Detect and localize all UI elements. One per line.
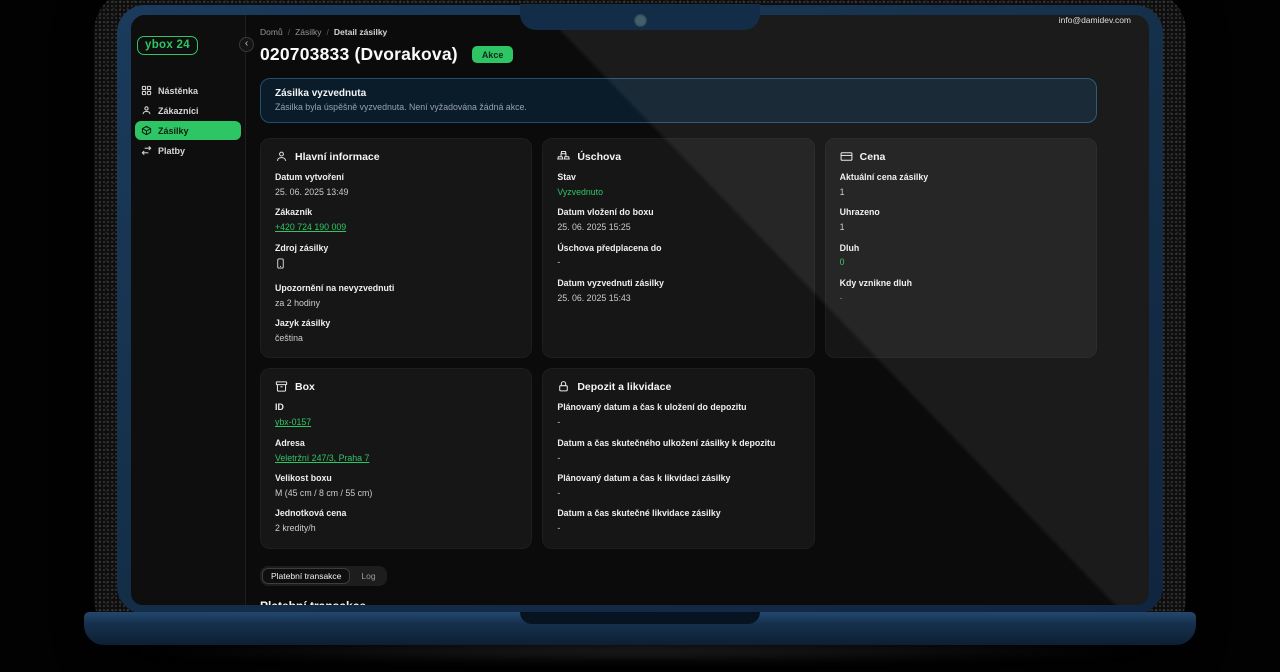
page-content: Domů / Zásilky / Detail zásilky 02070383… (246, 25, 1149, 605)
action-button[interactable]: Akce (472, 46, 514, 63)
page-title: 020703833 (Dvorakova) (260, 44, 458, 65)
camera-dot (634, 14, 647, 27)
laptop-notch (520, 4, 760, 30)
tab-transactions[interactable]: Platební transakce (262, 568, 350, 584)
card-price: Cena Aktuální cena zásilky 1 Uhrazeno 1 … (825, 138, 1097, 358)
field: Upozornění na nevyzvednuti za 2 hodiny (275, 283, 517, 309)
status-value: Vyzvednuto (557, 187, 799, 198)
main-area: info@damidev.com Domů / Zásilky / Detail… (246, 15, 1149, 605)
user-email: info@damidev.com (1059, 15, 1131, 25)
field: Jednotková cena 2 kredity/h (275, 508, 517, 534)
card-box: Box ID ybx-0157 Adresa Veletržní 247/3, … (260, 368, 532, 548)
sidebar-item-packages[interactable]: Zásilky (135, 121, 241, 140)
customer-phone-link[interactable]: +420 724 190 009 (275, 222, 346, 232)
field: ID ybx-0157 (275, 402, 517, 428)
field: Zdroj zásilky (275, 243, 517, 274)
card-deposit: Depozit a likvidace Plánovaný datum a ča… (542, 368, 814, 548)
sidebar-item-label: Zásilky (158, 126, 189, 136)
field: Uhrazeno 1 (840, 207, 1082, 233)
breadcrumb-packages[interactable]: Zásilky (295, 27, 321, 37)
field: Plánovaný datum a čas k uložení do depoz… (557, 402, 799, 428)
field: Datum a čas skutečné likvidace zásilky - (557, 508, 799, 534)
card-title: Cena (860, 151, 886, 163)
laptop-base-notch (520, 612, 760, 624)
pickup-alert: Zásilka vyzvednuta Zásilka byla úspěšně … (260, 78, 1097, 123)
field: Aktuální cena zásilky 1 (840, 172, 1082, 198)
cards-row-1: Hlavní informace Datum vytvoření 25. 06.… (260, 138, 1097, 358)
sidebar-item-label: Zákazníci (158, 106, 199, 116)
detail-tabs: Platební transakce Log (260, 566, 387, 586)
alert-title: Zásilka vyzvednuta (275, 88, 1082, 99)
package-icon (141, 125, 152, 136)
breadcrumb-separator: / (288, 27, 290, 37)
app-logo[interactable]: ybox 24 (137, 36, 198, 55)
sidebar-item-label: Nástěnka (158, 86, 198, 96)
dashboard-icon (141, 85, 152, 96)
card-title: Hlavní informace (295, 151, 380, 163)
lock-icon (557, 380, 570, 393)
field: Datum vyzvednuti zásilky 25. 06. 2025 15… (557, 278, 799, 304)
card-title: Depozit a likvidace (577, 381, 671, 393)
field: Kdy vznikne dluh - (840, 278, 1082, 304)
boxes-icon (557, 150, 570, 163)
field: Zákazník +420 724 190 009 (275, 207, 517, 233)
sidebar-item-customers[interactable]: Zákazníci (135, 101, 241, 120)
sidebar-nav: Nástěnka Zákazníci Zásilky Platby (135, 81, 241, 160)
box-address-link[interactable]: Veletržní 247/3, Praha 7 (275, 453, 369, 463)
debt-value: 0 (840, 257, 1082, 268)
archive-box-icon (275, 380, 288, 393)
field: Úschova předplacena do - (557, 243, 799, 269)
credit-card-icon (840, 150, 853, 163)
breadcrumb-current: Detail zásilky (334, 27, 387, 37)
field: Plánovaný datum a čas k likvidaci zásilk… (557, 473, 799, 499)
transactions-heading: Platební transakce (260, 599, 1097, 605)
sidebar-item-payments[interactable]: Platby (135, 141, 241, 160)
customers-icon (141, 105, 152, 116)
field: Adresa Veletržní 247/3, Praha 7 (275, 438, 517, 464)
sidebar: ybox 24 Nástěnka Zákazníci Zásilky Platb… (131, 15, 246, 605)
laptop-base (84, 612, 1196, 645)
field: Datum vytvoření 25. 06. 2025 13:49 (275, 172, 517, 198)
person-icon (275, 150, 288, 163)
smartphone-icon (275, 257, 286, 270)
payments-icon (141, 145, 152, 156)
alert-description: Zásilka byla úspěšně vyzvednuta. Není vy… (275, 102, 1082, 112)
breadcrumb-separator: / (327, 27, 329, 37)
sidebar-item-dashboard[interactable]: Nástěnka (135, 81, 241, 100)
sidebar-item-label: Platby (158, 146, 185, 156)
field: Datum vložení do boxu 25. 06. 2025 15:25 (557, 207, 799, 233)
field: Datum a čas skutečného ulkožení zásilky … (557, 438, 799, 464)
field: Dluh 0 (840, 243, 1082, 269)
breadcrumb-home[interactable]: Domů (260, 27, 283, 37)
card-title: Box (295, 381, 315, 393)
cards-row-2: Box ID ybx-0157 Adresa Veletržní 247/3, … (260, 368, 1097, 548)
app-screen: ybox 24 Nástěnka Zákazníci Zásilky Platb… (131, 15, 1149, 605)
card-title: Úschova (577, 151, 621, 163)
laptop-mockup: ybox 24 Nástěnka Zákazníci Zásilky Platb… (0, 0, 1280, 672)
field: Stav Vyzvednuto (557, 172, 799, 198)
tab-log[interactable]: Log (352, 568, 384, 584)
box-id-link[interactable]: ybx-0157 (275, 417, 311, 427)
field: Jazyk zásilky čeština (275, 318, 517, 344)
title-row: 020703833 (Dvorakova) Akce (260, 44, 1097, 65)
sidebar-collapse-button[interactable]: ‹ (239, 37, 254, 52)
card-main-info: Hlavní informace Datum vytvoření 25. 06.… (260, 138, 532, 358)
field: Velikost boxu M (45 cm / 8 cm / 55 cm) (275, 473, 517, 499)
card-custody: Úschova Stav Vyzvednuto Datum vložení do… (542, 138, 814, 358)
